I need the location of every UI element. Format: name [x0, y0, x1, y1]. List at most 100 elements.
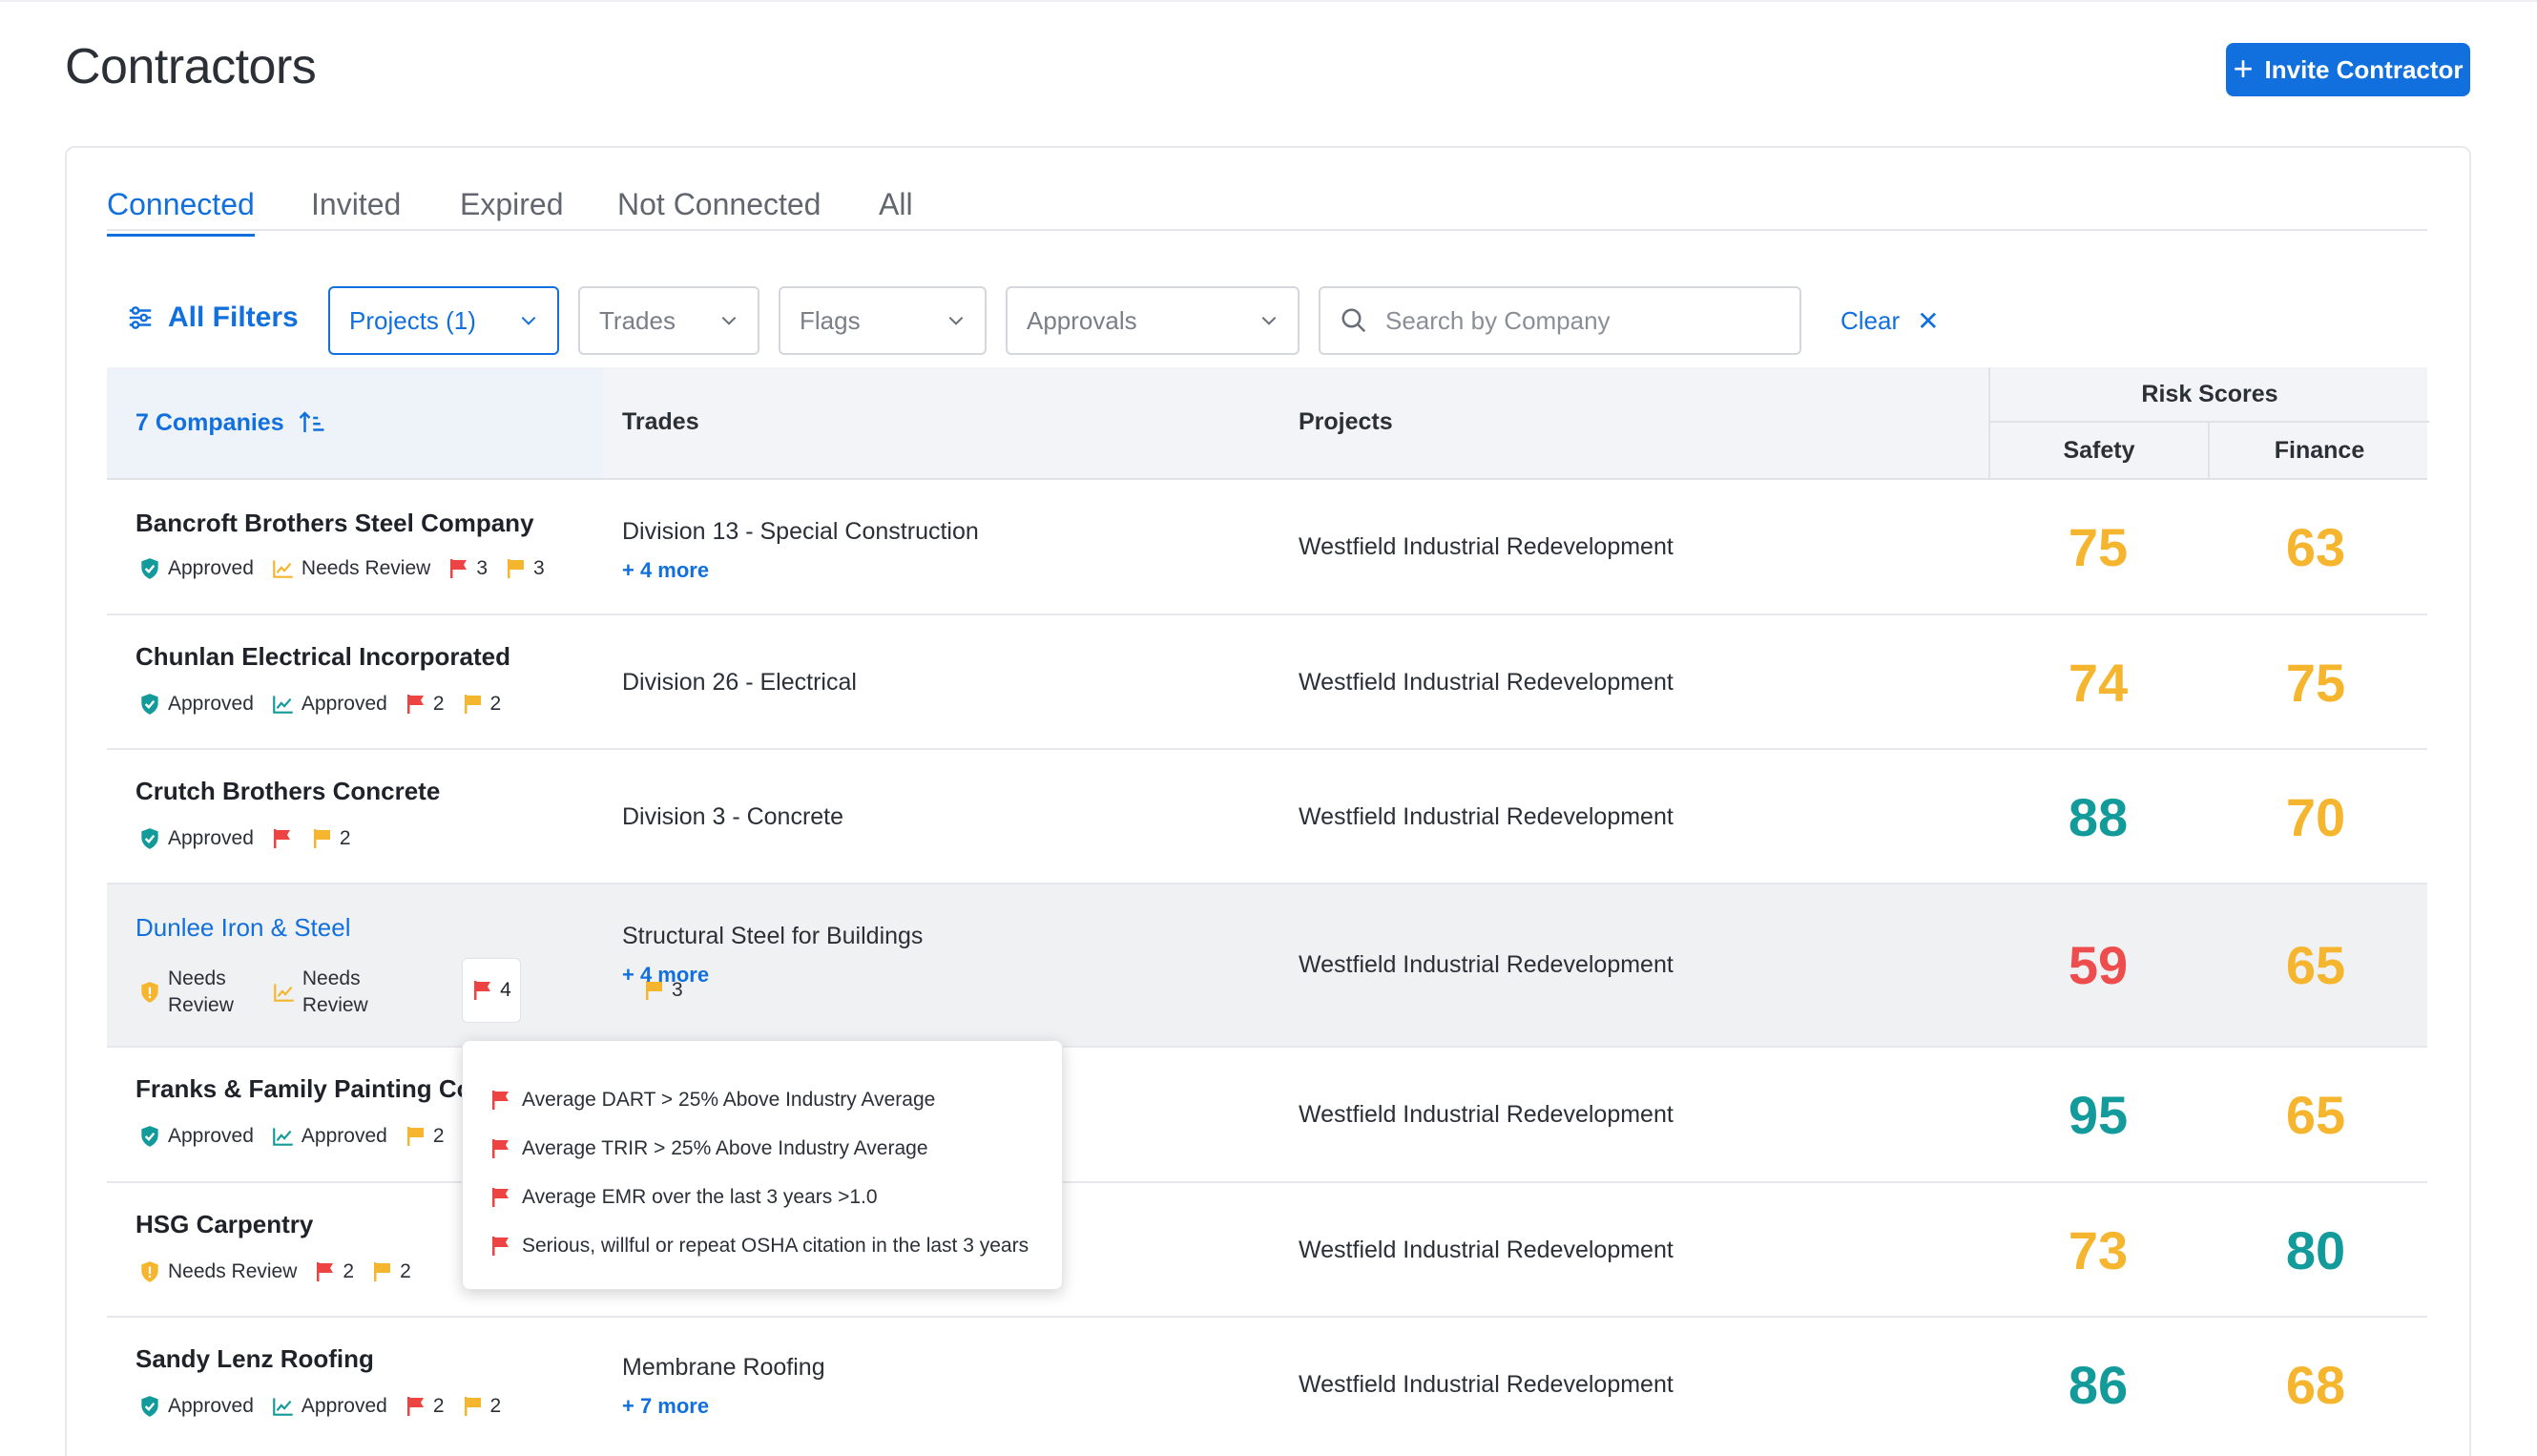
badge-group: Approved 2 — [137, 826, 368, 851]
projects-dropdown-label: Projects (1) — [349, 305, 476, 335]
companies-column-header[interactable]: 7 Companies — [107, 367, 603, 478]
tab-expired[interactable]: Expired — [460, 187, 564, 234]
red-flags-badge[interactable] — [271, 827, 294, 850]
flags-popover: Average DART > 25% Above Industry Averag… — [462, 1040, 1063, 1290]
tab-not-connected[interactable]: Not Connected — [617, 187, 821, 234]
safety-approval-badge: Approved — [137, 1394, 254, 1419]
risk-scores-title: Risk Scores — [1990, 367, 2429, 423]
project-text: Westfield Industrial Redevelopment — [1299, 533, 1674, 560]
table-row[interactable]: Bancroft Brothers Steel Company Approved… — [107, 480, 2427, 615]
trades-more-link[interactable]: + 4 more — [622, 558, 709, 583]
company-name-link[interactable]: Dunlee Iron & Steel — [135, 913, 350, 943]
safety-approval-badge: Approved — [137, 692, 254, 717]
yellow-flags-badge[interactable]: 2 — [462, 693, 501, 716]
company-name[interactable]: Sandy Lenz Roofing — [135, 1344, 374, 1374]
safety-score: 74 — [2068, 653, 2129, 713]
red-flags-badge[interactable]: 3 — [447, 557, 488, 580]
table-row[interactable]: Crutch Brothers Concrete Approved 2 Divi… — [107, 750, 2427, 884]
red-flag-icon — [314, 1260, 337, 1283]
top-border — [0, 0, 2537, 2]
clear-button[interactable]: Clear ✕ — [1840, 305, 1940, 337]
red-flag-icon — [471, 979, 494, 1002]
company-name[interactable]: Franks & Family Painting Comp — [135, 1074, 509, 1104]
popover-flag-item: Average TRIR > 25% Above Industry Averag… — [489, 1137, 928, 1160]
chart-icon — [271, 1394, 296, 1419]
company-name[interactable]: HSG Carpentry — [135, 1210, 313, 1239]
all-filters-button[interactable]: All Filters — [126, 302, 299, 334]
finance-approval-badge: Needs Review — [272, 966, 368, 1019]
finance-score: 80 — [2285, 1220, 2346, 1280]
table-row[interactable]: Franks & Family Painting Comp Approved A… — [107, 1048, 2427, 1183]
plus-icon: + — [2233, 48, 2254, 88]
badge-group: Approved Needs Review 3 3 — [137, 556, 562, 581]
badge-group: Approved Approved 2 2 — [137, 692, 518, 717]
red-flags-badge-active[interactable]: 4 — [462, 958, 521, 1023]
approvals-dropdown-label: Approvals — [1027, 305, 1137, 335]
safety-score: 88 — [2068, 787, 2129, 847]
approvals-dropdown[interactable]: Approvals — [1006, 286, 1300, 355]
tab-all[interactable]: All — [879, 187, 913, 234]
safety-score: 59 — [2068, 935, 2129, 995]
yellow-flags-badge[interactable]: 3 — [505, 557, 545, 580]
tab-bar: Connected Invited Expired Not Connected … — [107, 187, 2427, 237]
finance-approval-badge: Approved — [271, 692, 387, 717]
invite-contractor-button[interactable]: + Invite Contractor — [2226, 43, 2470, 96]
shield-check-icon — [137, 556, 162, 581]
safety-score: 73 — [2068, 1220, 2129, 1280]
red-flag-icon — [271, 827, 294, 850]
companies-count: 7 Companies — [135, 408, 284, 436]
finance-score: 63 — [2285, 517, 2346, 577]
red-flag-icon — [489, 1137, 512, 1160]
shield-check-icon — [137, 826, 162, 851]
popover-flag-item: Average EMR over the last 3 years >1.0 — [489, 1186, 878, 1209]
all-filters-label: All Filters — [168, 302, 299, 333]
yellow-flags-badge[interactable]: 2 — [371, 1260, 411, 1283]
projects-dropdown[interactable]: Projects (1) — [328, 286, 559, 355]
red-flag-icon — [405, 1395, 427, 1418]
trade-text: Structural Steel for Buildings — [622, 923, 924, 949]
yellow-flag-icon — [462, 693, 485, 716]
tab-invited[interactable]: Invited — [311, 187, 401, 234]
table-row[interactable]: HSG Carpentry Needs Review 2 2 Westfield… — [107, 1183, 2427, 1318]
chevron-down-icon — [719, 311, 738, 330]
company-name[interactable]: Bancroft Brothers Steel Company — [135, 509, 534, 538]
yellow-flags-badge[interactable]: 2 — [462, 1395, 501, 1418]
chevron-down-icon — [1259, 311, 1279, 330]
company-name[interactable]: Chunlan Electrical Incorporated — [135, 642, 510, 672]
sort-icon — [299, 411, 324, 432]
invite-contractor-label: Invite Contractor — [2264, 54, 2464, 84]
flags-dropdown-label: Flags — [800, 305, 861, 335]
yellow-flag-icon — [371, 1260, 394, 1283]
shield-warning-icon — [137, 980, 162, 1005]
red-flags-badge[interactable]: 2 — [314, 1260, 354, 1283]
trades-column-header: Trades — [622, 408, 699, 435]
trades-dropdown[interactable]: Trades — [578, 286, 759, 355]
red-flag-icon — [405, 693, 427, 716]
table-row[interactable]: Chunlan Electrical Incorporated Approved… — [107, 615, 2427, 750]
flags-dropdown[interactable]: Flags — [779, 286, 987, 355]
table-row-selected[interactable]: Dunlee Iron & Steel Needs Review Needs Rev… — [107, 884, 2427, 1048]
badge-group: Needs Review 2 2 — [137, 1259, 428, 1284]
finance-column-header: Finance — [2274, 436, 2365, 464]
chevron-down-icon — [946, 311, 966, 330]
red-flags-badge[interactable]: 2 — [405, 1395, 445, 1418]
table-row[interactable]: Sandy Lenz Roofing Approved Approved 2 2… — [107, 1318, 2427, 1454]
yellow-flags-badge[interactable]: 2 — [311, 827, 351, 850]
close-icon: ✕ — [1917, 306, 1940, 336]
chart-icon — [271, 556, 296, 581]
yellow-flags-badge[interactable]: 2 — [405, 1125, 445, 1148]
search-input[interactable]: Search by Company — [1319, 286, 1801, 355]
project-text: Westfield Industrial Redevelopment — [1299, 1371, 1674, 1398]
red-flags-badge[interactable]: 2 — [405, 693, 445, 716]
trades-more-link[interactable]: + 7 more — [622, 1394, 709, 1419]
yellow-flag-icon — [505, 557, 528, 580]
finance-approval-badge: Needs Review — [271, 556, 430, 581]
trade-text: Division 13 - Special Construction — [622, 518, 979, 545]
project-text: Westfield Industrial Redevelopment — [1299, 1101, 1674, 1128]
tab-connected[interactable]: Connected — [107, 187, 255, 237]
shield-check-icon — [137, 1394, 162, 1419]
finance-score: 65 — [2285, 1085, 2346, 1145]
trades-more-link[interactable]: + 4 more — [622, 963, 709, 988]
project-text: Westfield Industrial Redevelopment — [1299, 1237, 1674, 1263]
company-name[interactable]: Crutch Brothers Concrete — [135, 777, 440, 806]
